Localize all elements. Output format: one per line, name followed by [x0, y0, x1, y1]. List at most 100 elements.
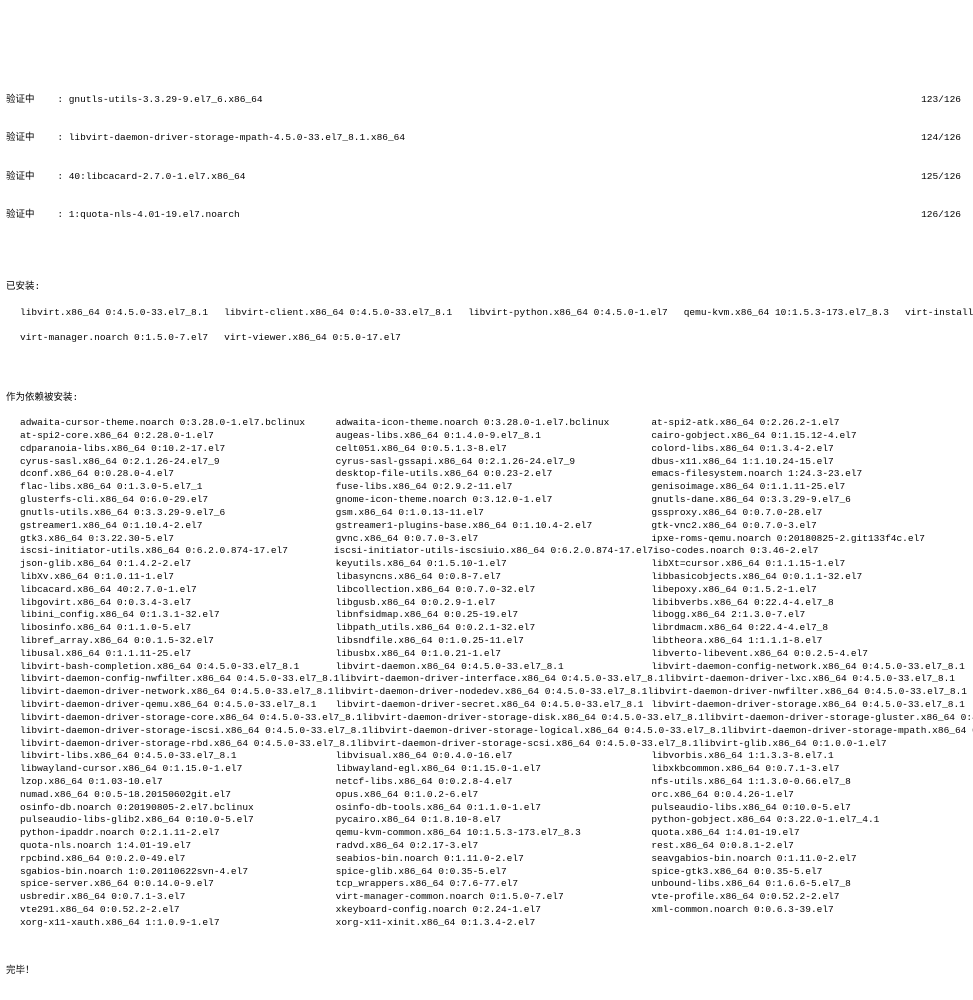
verify-label: 验证中 [6, 171, 35, 182]
complete-label: 完毕！ [6, 965, 967, 978]
verify-progress: 124/126 [921, 132, 967, 145]
deps-row: libvirt-daemon-driver-network.x86_64 0:4… [20, 686, 967, 699]
deps-pkg: usbredir.x86_64 0:0.7.1-3.el7 [20, 891, 336, 904]
deps-pkg: libvirt-bash-completion.x86_64 0:4.5.0-3… [20, 661, 336, 674]
deps-row: gstreamer1.x86_64 0:1.10.4-2.el7gstreame… [20, 520, 967, 533]
deps-pkg: seavgabios-bin.noarch 0:1.11.0-2.el7 [651, 853, 967, 866]
deps-pkg: librdmacm.x86_64 0:22.4-4.el7_8 [651, 622, 967, 635]
deps-row: libwayland-cursor.x86_64 0:1.15.0-1.el7l… [20, 763, 967, 776]
deps-pkg [651, 917, 967, 930]
deps-pkg: augeas-libs.x86_64 0:1.4.0-9.el7_8.1 [336, 430, 652, 443]
deps-pkg: libusbx.x86_64 0:1.0.21-1.el7 [336, 648, 652, 661]
deps-row: quota-nls.noarch 1:4.01-19.el7radvd.x86_… [20, 840, 967, 853]
deps-pkg: xml-common.noarch 0:0.6.3-39.el7 [651, 904, 967, 917]
deps-pkg: pycairo.x86_64 0:1.8.10-8.el7 [336, 814, 652, 827]
deps-pkg: libini_config.x86_64 0:1.3.1-32.el7 [20, 609, 336, 622]
deps-pkg: xorg-x11-xauth.x86_64 1:1.0.9-1.el7 [20, 917, 336, 930]
verify-progress: 123/126 [921, 94, 967, 107]
verify-pkg: gnutls-utils-3.3.29-9.el7_6.x86_64 [69, 94, 263, 105]
deps-pkg: genisoimage.x86_64 0:1.1.11-25.el7 [651, 481, 967, 494]
deps-row: cdparanoia-libs.x86_64 0:10.2-17.el7celt… [20, 443, 967, 456]
deps-row: rpcbind.x86_64 0:0.2.0-49.el7seabios-bin… [20, 853, 967, 866]
deps-pkg: osinfo-db-tools.x86_64 0:1.1.0-1.el7 [336, 802, 652, 815]
deps-row: libvirt-daemon-driver-storage-rbd.x86_64… [20, 738, 967, 751]
deps-pkg: gstreamer1.x86_64 0:1.10.4-2.el7 [20, 520, 336, 533]
deps-pkg: quota-nls.noarch 1:4.01-19.el7 [20, 840, 336, 853]
installed-pkg: qemu-kvm.x86_64 10:1.5.3-173.el7_8.3 [684, 307, 889, 320]
deps-row: cyrus-sasl.x86_64 0:2.1.26-24.el7_9cyrus… [20, 456, 967, 469]
verify-label: 验证中 [6, 132, 35, 143]
deps-pkg: gvnc.x86_64 0:0.7.0-3.el7 [336, 533, 652, 546]
deps-pkg: nfs-utils.x86_64 1:1.3.0-0.66.el7_8 [651, 776, 967, 789]
verify-row: 验证中 : 40:libcacard-2.7.0-1.el7.x86_64 12… [6, 171, 967, 184]
deps-pkg: libepoxy.x86_64 0:1.5.2-1.el7 [651, 584, 967, 597]
deps-pkg: orc.x86_64 0:0.4.26-1.el7 [651, 789, 967, 802]
deps-pkg: dbus-x11.x86_64 1:1.10.24-15.el7 [651, 456, 967, 469]
verify-block: 验证中 : gnutls-utils-3.3.29-9.el7_6.x86_64… [6, 68, 967, 235]
deps-pkg: libvirt-daemon-driver-nwfilter.x86_64 0:… [648, 686, 967, 699]
deps-pkg: libXv.x86_64 0:1.0.11-1.el7 [20, 571, 336, 584]
deps-row: dconf.x86_64 0:0.28.0-4.el7desktop-file-… [20, 468, 967, 481]
deps-pkg: libvirt-daemon-driver-storage-mpath.x86_… [727, 725, 973, 738]
deps-row: python-ipaddr.noarch 0:2.1.11-2.el7qemu-… [20, 827, 967, 840]
deps-pkg: libcacard.x86_64 40:2.7.0-1.el7 [20, 584, 336, 597]
deps-pkg: libvirt-daemon-driver-interface.x86_64 0… [339, 673, 664, 686]
deps-pkg: pulseaudio-libs-glib2.x86_64 0:10.0-5.el… [20, 814, 336, 827]
deps-pkg: libwayland-egl.x86_64 0:1.15.0-1.el7 [336, 763, 652, 776]
deps-pkg: tcp_wrappers.x86_64 0:7.6-77.el7 [336, 878, 652, 891]
deps-row: osinfo-db.noarch 0:20190805-2.el7.bclinu… [20, 802, 967, 815]
deps-pkg: libvisual.x86_64 0:0.4.0-16.el7 [336, 750, 652, 763]
deps-pkg: libgusb.x86_64 0:0.2.9-1.el7 [336, 597, 652, 610]
deps-pkg: libnfsidmap.x86_64 0:0.25-19.el7 [336, 609, 652, 622]
deps-pkg: libgovirt.x86_64 0:0.3.4-3.el7 [20, 597, 336, 610]
deps-pkg: libvirt-daemon-driver-qemu.x86_64 0:4.5.… [20, 699, 336, 712]
deps-row: libvirt-libs.x86_64 0:4.5.0-33.el7_8.1li… [20, 750, 967, 763]
deps-pkg: desktop-file-utils.x86_64 0:0.23-2.el7 [336, 468, 652, 481]
deps-pkg: libvirt-daemon-config-nwfilter.x86_64 0:… [20, 673, 339, 686]
deps-pkg: gnutls-dane.x86_64 0:3.3.29-9.el7_6 [651, 494, 967, 507]
verify-row: 验证中 : libvirt-daemon-driver-storage-mpat… [6, 132, 967, 145]
deps-pkg: vte291.x86_64 0:0.52.2-2.el7 [20, 904, 336, 917]
deps-pkg: libvirt-daemon-driver-storage-scsi.x86_6… [356, 738, 698, 751]
deps-row: libvirt-daemon-driver-storage-core.x86_6… [20, 712, 967, 725]
deps-pkg: iso-codes.noarch 0:3.46-2.el7 [653, 545, 967, 558]
deps-pkg: libvirt-daemon-driver-lxc.x86_64 0:4.5.0… [664, 673, 967, 686]
verify-label: 验证中 [6, 94, 35, 105]
deps-pkg: dconf.x86_64 0:0.28.0-4.el7 [20, 468, 336, 481]
deps-pkg: radvd.x86_64 0:2.17-3.el7 [336, 840, 652, 853]
verify-pkg: libvirt-daemon-driver-storage-mpath-4.5.… [69, 132, 405, 143]
deps-pkg: spice-server.x86_64 0:0.14.0-9.el7 [20, 878, 336, 891]
deps-pkg: spice-glib.x86_64 0:0.35-5.el7 [336, 866, 652, 879]
deps-pkg: libxkbcommon.x86_64 0:0.7.1-3.el7 [651, 763, 967, 776]
deps-row: libvirt-bash-completion.x86_64 0:4.5.0-3… [20, 661, 967, 674]
deps-pkg: flac-libs.x86_64 0:1.3.0-5.el7_1 [20, 481, 336, 494]
deps-pkg: seabios-bin.noarch 0:1.11.0-2.el7 [336, 853, 652, 866]
deps-pkg: glusterfs-cli.x86_64 0:6.0-29.el7 [20, 494, 336, 507]
deps-row: libref_array.x86_64 0:0.1.5-32.el7libsnd… [20, 635, 967, 648]
deps-pkg: adwaita-icon-theme.noarch 0:3.28.0-1.el7… [336, 417, 652, 430]
deps-row: xorg-x11-xauth.x86_64 1:1.0.9-1.el7xorg-… [20, 917, 967, 930]
deps-pkg: libXt=cursor.x86_64 0:1.1.15-1.el7 [651, 558, 967, 571]
verify-progress: 126/126 [921, 209, 967, 222]
deps-pkg: libvirt-daemon.x86_64 0:4.5.0-33.el7_8.1 [336, 661, 652, 674]
deps-row: glusterfs-cli.x86_64 0:6.0-29.el7gnome-i… [20, 494, 967, 507]
deps-row: vte291.x86_64 0:0.52.2-2.el7xkeyboard-co… [20, 904, 967, 917]
deps-row: adwaita-cursor-theme.noarch 0:3.28.0-1.e… [20, 417, 967, 430]
deps-row: lzop.x86_64 0:1.03-10.el7netcf-libs.x86_… [20, 776, 967, 789]
deps-row: at-spi2-core.x86_64 0:2.28.0-1.el7augeas… [20, 430, 967, 443]
deps-pkg: libvirt-daemon-driver-nodedev.x86_64 0:4… [334, 686, 648, 699]
deps-pkg: gnome-icon-theme.noarch 0:3.12.0-1.el7 [336, 494, 652, 507]
deps-pkg: cdparanoia-libs.x86_64 0:10.2-17.el7 [20, 443, 336, 456]
deps-pkg: iscsi-initiator-utils.x86_64 0:6.2.0.874… [20, 545, 334, 558]
installed-header: 已安装: [6, 281, 967, 294]
deps-pkg: at-spi2-core.x86_64 0:2.28.0-1.el7 [20, 430, 336, 443]
deps-pkg: qemu-kvm-common.x86_64 10:1.5.3-173.el7_… [336, 827, 652, 840]
installed-pkg: libvirt-python.x86_64 0:4.5.0-1.el7 [468, 307, 668, 320]
deps-pkg: opus.x86_64 0:1.0.2-6.el7 [336, 789, 652, 802]
deps-pkg: libasyncns.x86_64 0:0.8-7.el7 [336, 571, 652, 584]
deps-row: numad.x86_64 0:0.5-18.20150602git.el7opu… [20, 789, 967, 802]
deps-pkg: python-gobject.x86_64 0:3.22.0-1.el7_4.1 [651, 814, 967, 827]
deps-pkg: fuse-libs.x86_64 0:2.9.2-11.el7 [336, 481, 652, 494]
deps-pkg: colord-libs.x86_64 0:1.3.4-2.el7 [651, 443, 967, 456]
deps-pkg: libsndfile.x86_64 0:1.0.25-11.el7 [336, 635, 652, 648]
